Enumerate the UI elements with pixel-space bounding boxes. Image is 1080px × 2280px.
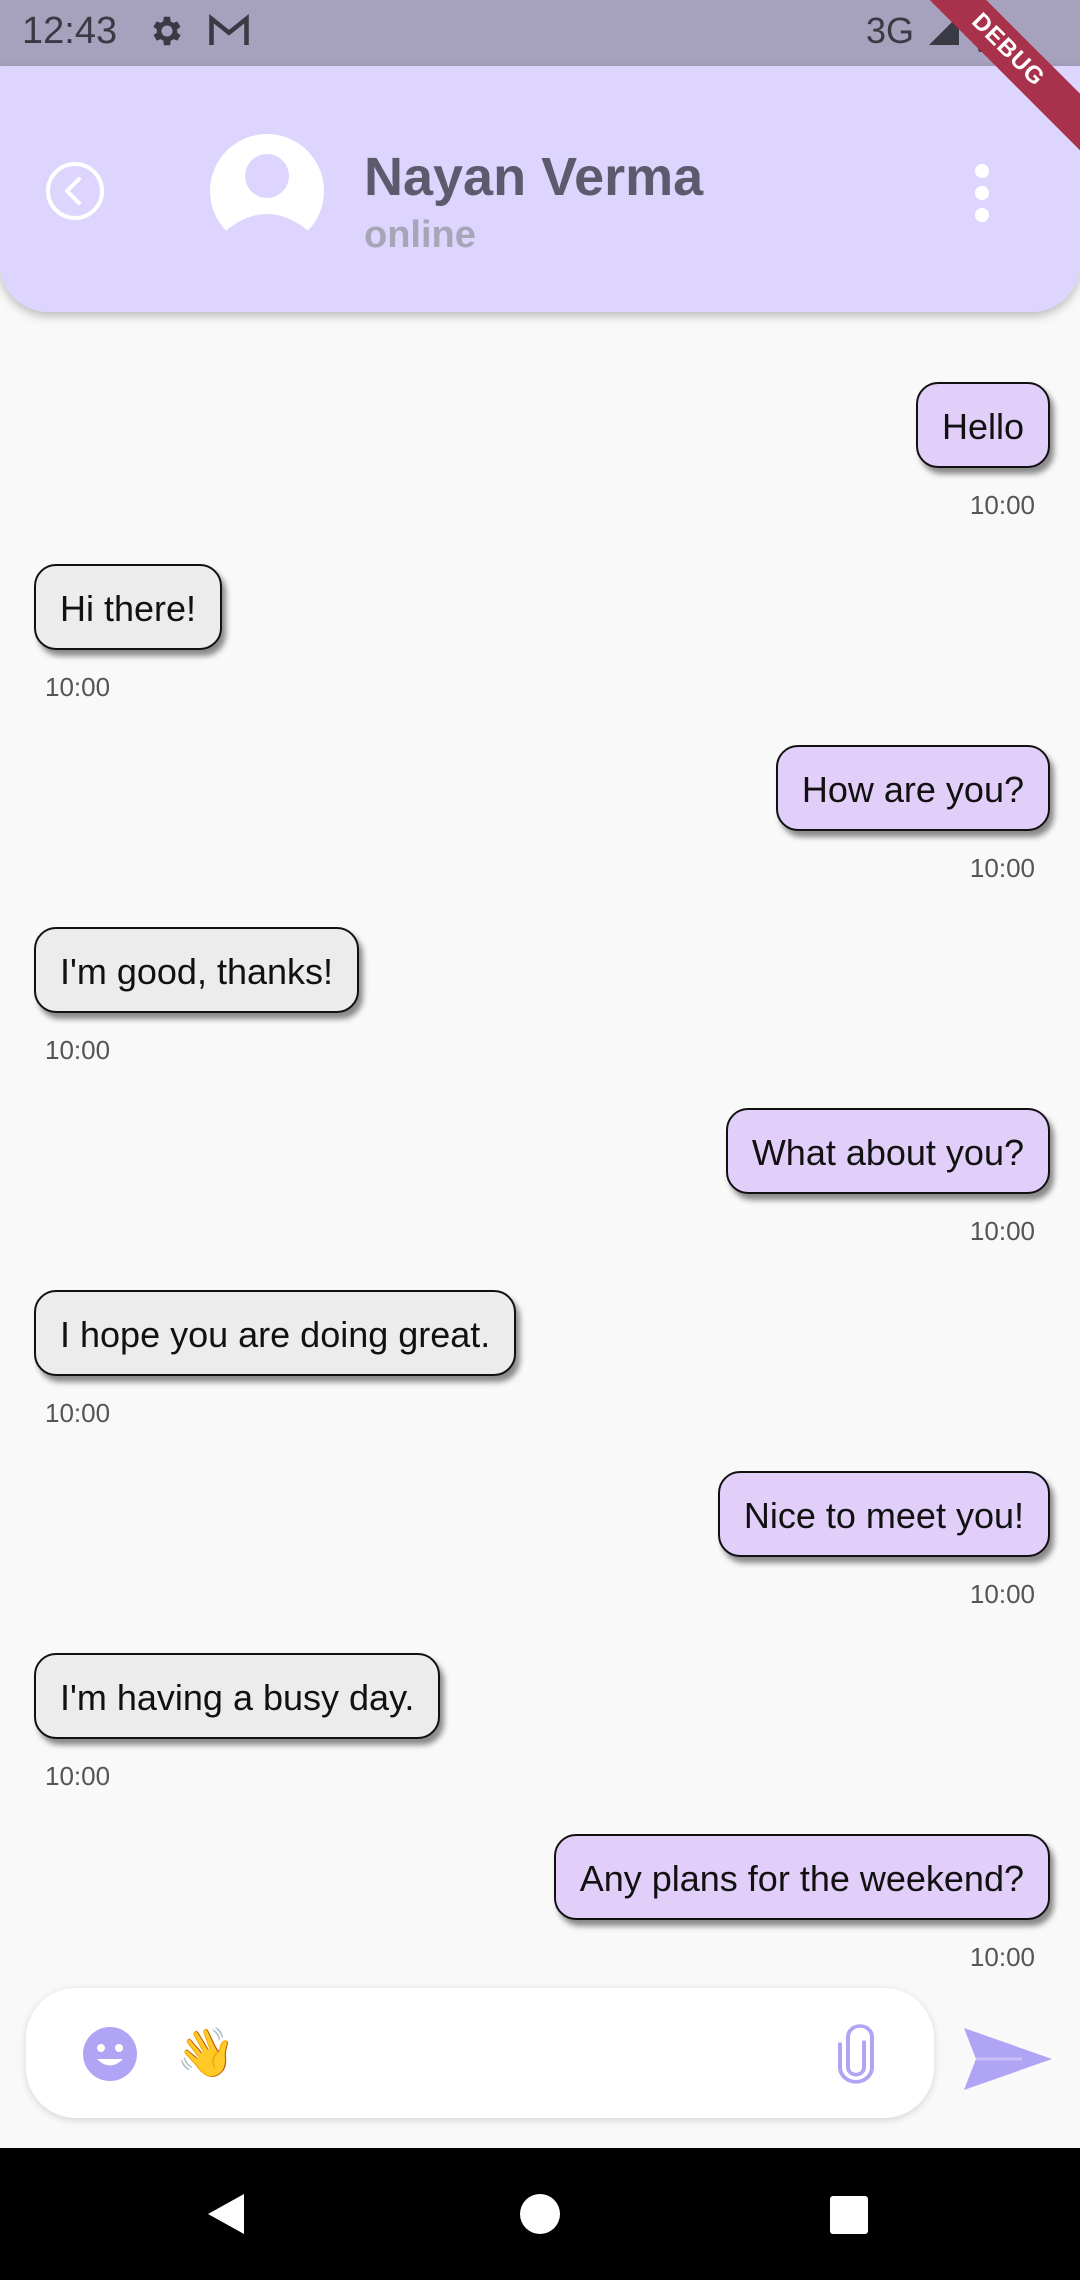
gmail-icon	[208, 12, 250, 55]
message-bubble-incoming[interactable]: I'm having a busy day.	[34, 1653, 441, 1739]
emoji-icon	[83, 2027, 137, 2081]
message-time: 10:00	[45, 672, 111, 702]
message-time: 10:00	[969, 853, 1035, 883]
message-bubble-outgoing[interactable]: Nice to meet you!	[717, 1471, 1050, 1557]
message-time: 10:00	[45, 1761, 111, 1791]
settings-icon	[148, 12, 186, 55]
message-time: 10:00	[969, 1216, 1035, 1246]
message-bubble-outgoing[interactable]: Any plans for the weekend?	[553, 1834, 1050, 1920]
avatar[interactable]	[210, 134, 324, 248]
back-button[interactable]	[44, 160, 106, 222]
message-bubble-incoming[interactable]: I'm good, thanks!	[34, 927, 360, 1013]
message-bubble-outgoing[interactable]: Hello	[915, 382, 1050, 468]
emoji-button[interactable]	[82, 2026, 138, 2082]
message-time: 10:00	[45, 1398, 111, 1428]
status-time: 12:43	[22, 10, 118, 52]
message-time: 10:00	[969, 490, 1035, 520]
nav-recents-button[interactable]	[830, 2196, 868, 2234]
message-time: 10:00	[969, 1579, 1035, 1609]
status-bar: 12:43 3G	[0, 0, 1080, 66]
nav-back-icon	[208, 2194, 244, 2234]
more-options-button[interactable]	[966, 162, 998, 224]
back-arrow-icon	[46, 162, 104, 220]
more-vert-icon	[975, 164, 989, 222]
send-icon	[964, 2028, 1052, 2090]
message-bubble-outgoing[interactable]: How are you?	[775, 745, 1050, 831]
message-input[interactable]: 👋	[176, 2024, 236, 2081]
person-icon	[222, 154, 312, 248]
nav-home-button[interactable]	[520, 2194, 560, 2234]
chat-header: Nayan Verma online	[0, 66, 1080, 312]
message-composer: 👋	[26, 1988, 934, 2118]
nav-back-button[interactable]	[206, 2192, 246, 2241]
message-bubble-incoming[interactable]: I hope you are doing great.	[34, 1290, 517, 1376]
message-bubble-outgoing[interactable]: What about you?	[725, 1108, 1050, 1194]
contact-name: Nayan Verma	[364, 147, 704, 207]
message-time: 10:00	[45, 1035, 111, 1065]
attach-button[interactable]	[834, 2022, 878, 2086]
message-bubble-incoming[interactable]: Hi there!	[34, 564, 223, 650]
system-nav-bar	[0, 2148, 1080, 2280]
message-time: 10:00	[969, 1942, 1035, 1972]
contact-status: online	[364, 214, 476, 256]
network-type: 3G	[866, 10, 915, 51]
send-button[interactable]	[962, 2024, 1054, 2094]
attachment-icon	[838, 2024, 874, 2084]
